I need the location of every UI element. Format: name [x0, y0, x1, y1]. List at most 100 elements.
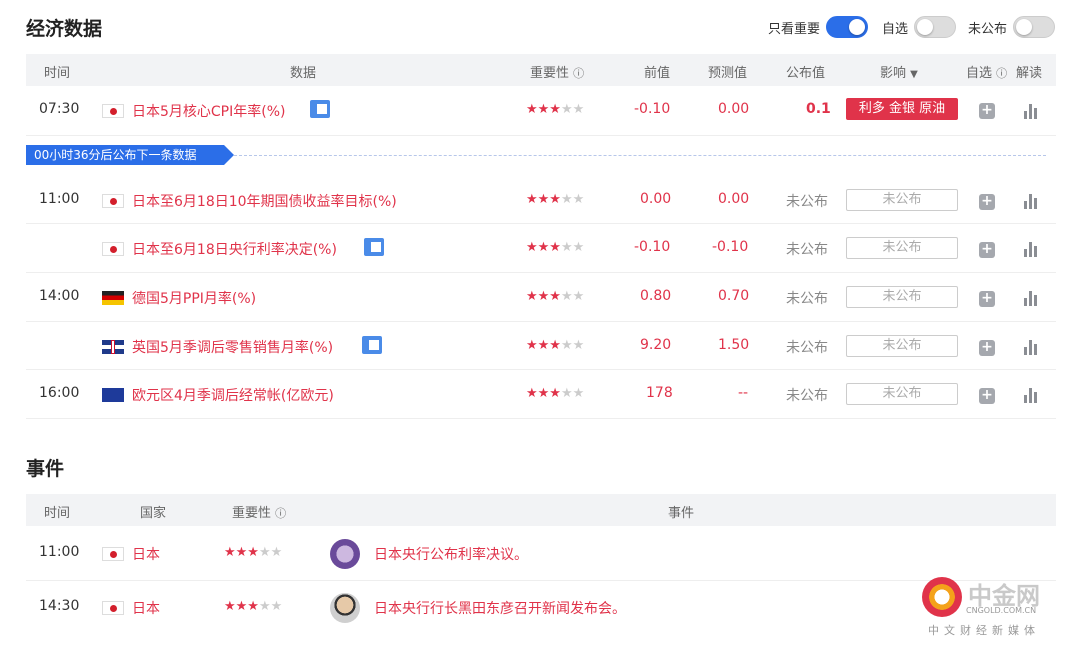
importance-stars: ★★★★★ — [526, 102, 585, 117]
events-section-title: 事件 — [26, 458, 65, 480]
event-text[interactable]: 日本央行行长黑田东彦召开新闻发布会。 — [374, 598, 626, 618]
document-icon[interactable] — [364, 238, 384, 256]
row-actual: 未公布 — [786, 291, 828, 307]
toggle-unpublished[interactable]: 未公布 — [968, 16, 1056, 38]
chart-bar-icon[interactable] — [1024, 242, 1040, 257]
col-watch-label: 自选 — [966, 66, 993, 81]
row-forecast: -0.10 — [712, 239, 749, 255]
flag-uk-icon — [102, 340, 124, 354]
row-actual: 未公布 — [786, 340, 828, 356]
flag-japan-icon — [102, 242, 124, 256]
row-time: 11:00 — [39, 191, 80, 207]
impact-empty: 未公布 — [846, 286, 958, 308]
seal-icon — [330, 539, 360, 569]
row-time: 07:30 — [39, 101, 80, 117]
table-row[interactable]: 英国5月季调后零售销售月率(%) ★★★★★ 9.20 1.50 未公布 未公布… — [26, 322, 1056, 370]
brand-logo-icon — [922, 577, 962, 617]
importance-stars: ★★★★★ — [526, 192, 585, 207]
info-icon[interactable]: ⓘ — [573, 67, 584, 80]
col-prev: 前值 — [644, 66, 671, 81]
col-country: 国家 — [140, 506, 167, 521]
row-name[interactable]: 欧元区4月季调后经常帐(亿欧元) — [132, 385, 334, 405]
importance-stars: ★★★★★ — [526, 240, 585, 255]
table-row[interactable]: 11:00 日本至6月18日10年期国债收益率目标(%) ★★★★★ 0.00 … — [26, 176, 1056, 224]
impact-empty: 未公布 — [846, 383, 958, 405]
col-importance-label: 重要性 — [232, 506, 272, 521]
chart-bar-icon[interactable] — [1024, 104, 1040, 119]
flag-eu-icon — [102, 388, 124, 402]
row-prev: -0.10 — [634, 239, 671, 255]
row-prev: 9.20 — [640, 337, 672, 353]
info-icon[interactable]: ⓘ — [996, 67, 1007, 80]
flag-japan-icon — [102, 547, 124, 561]
watermark-tagline: 中文财经新媒体 — [928, 624, 1040, 637]
watermark-site: CNGOLD.COM.CN — [966, 606, 1037, 615]
row-actual: 未公布 — [786, 194, 828, 210]
col-impact-label: 影响 — [880, 66, 907, 81]
chart-bar-icon[interactable] — [1024, 291, 1040, 306]
add-watch-button[interactable]: + — [979, 103, 995, 119]
event-time: 14:30 — [39, 598, 80, 614]
importance-stars: ★★★★★ — [526, 338, 585, 353]
col-actual: 公布值 — [786, 66, 826, 81]
col-importance-label: 重要性 — [530, 66, 570, 81]
row-forecast: 1.50 — [718, 337, 750, 353]
row-name[interactable]: 日本5月核心CPI年率(%) — [132, 101, 285, 121]
row-forecast: -- — [738, 385, 749, 401]
toggle-important[interactable]: 只看重要 — [768, 16, 869, 38]
row-name[interactable]: 日本至6月18日10年期国债收益率目标(%) — [132, 191, 397, 211]
document-icon[interactable] — [362, 336, 382, 354]
event-text[interactable]: 日本央行公布利率决议。 — [374, 544, 528, 564]
table-row[interactable]: 日本至6月18日央行利率决定(%) ★★★★★ -0.10 -0.10 未公布 … — [26, 224, 1056, 273]
add-watch-button[interactable]: + — [979, 242, 995, 258]
econ-table-header: 时间 数据 重要性 ⓘ 前值 预测值 公布值 影响 ▼ 自选 ⓘ 解读 — [26, 54, 1056, 86]
row-name[interactable]: 英国5月季调后零售销售月率(%) — [132, 337, 333, 357]
chart-bar-icon[interactable] — [1024, 340, 1040, 355]
table-row[interactable]: 14:00 德国5月PPI月率(%) ★★★★★ 0.80 0.70 未公布 未… — [26, 273, 1056, 322]
importance-stars: ★★★★★ — [526, 386, 585, 401]
toggle-watchlist[interactable]: 自选 — [882, 16, 957, 38]
add-watch-button[interactable]: + — [979, 340, 995, 356]
event-time: 11:00 — [39, 544, 80, 560]
row-actual: 0.1 — [806, 101, 831, 117]
toggle-switch[interactable] — [914, 16, 957, 38]
info-icon[interactable]: ⓘ — [275, 507, 286, 520]
col-event: 事件 — [668, 506, 695, 521]
col-time: 时间 — [44, 506, 71, 521]
toggle-unpublished-label: 未公布 — [968, 21, 1008, 37]
toggle-switch[interactable] — [826, 16, 869, 38]
add-watch-button[interactable]: + — [979, 291, 995, 307]
impact-empty: 未公布 — [846, 237, 958, 259]
next-release-banner: 00小时36分后公布下一条数据 — [26, 145, 224, 165]
flag-japan-icon — [102, 194, 124, 208]
col-analysis: 解读 — [1016, 66, 1043, 81]
row-name[interactable]: 德国5月PPI月率(%) — [132, 288, 256, 308]
econ-section-title: 经济数据 — [26, 18, 103, 40]
add-watch-button[interactable]: + — [979, 194, 995, 210]
table-row[interactable]: 16:00 欧元区4月季调后经常帐(亿欧元) ★★★★★ 178 -- 未公布 … — [26, 370, 1056, 419]
chart-bar-icon[interactable] — [1024, 194, 1040, 209]
event-row[interactable]: 11:00 日本 ★★★★★ 日本央行公布利率决议。 — [26, 527, 1056, 581]
chart-bar-icon[interactable] — [1024, 388, 1040, 403]
event-country: 日本 — [132, 601, 160, 617]
row-actual: 未公布 — [786, 242, 828, 258]
col-impact[interactable]: 影响 ▼ — [880, 62, 918, 81]
row-forecast: 0.00 — [718, 191, 750, 207]
col-time: 时间 — [44, 66, 71, 81]
row-name[interactable]: 日本至6月18日央行利率决定(%) — [132, 239, 337, 259]
toggle-watchlist-label: 自选 — [882, 21, 909, 37]
col-watch: 自选 ⓘ — [966, 62, 1007, 81]
toggle-switch[interactable] — [1013, 16, 1056, 38]
flag-germany-icon — [102, 291, 124, 305]
row-forecast: 0.00 — [718, 101, 750, 117]
document-icon[interactable] — [310, 100, 330, 118]
row-prev: 178 — [646, 385, 673, 401]
row-time: 16:00 — [39, 385, 80, 401]
event-row[interactable]: 14:30 日本 ★★★★★ 日本央行行长黑田东彦召开新闻发布会。 — [26, 581, 1056, 635]
toggle-important-label: 只看重要 — [768, 21, 821, 37]
table-row[interactable]: 07:30 日本5月核心CPI年率(%) ★★★★★ -0.10 0.00 0.… — [26, 86, 1056, 136]
add-watch-button[interactable]: + — [979, 388, 995, 404]
banner-divider — [234, 155, 1046, 156]
events-table-header: 时间 国家 重要性 ⓘ 事件 — [26, 494, 1056, 526]
banner-arrow — [224, 145, 234, 165]
